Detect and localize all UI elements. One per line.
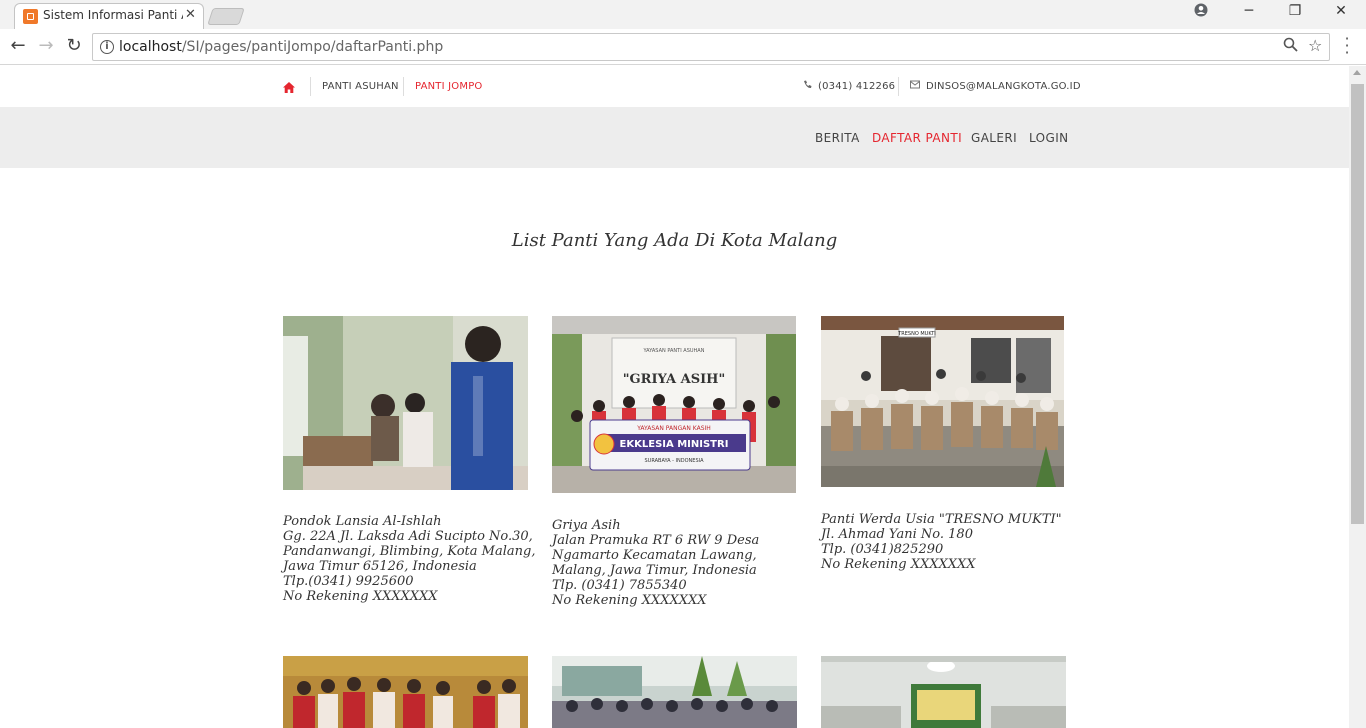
- address-bar[interactable]: i localhost/SI/pages/pantiJompo/daftarPa…: [92, 33, 1330, 61]
- email-address[interactable]: DINSOS@MALANGKOTA.GO.ID: [926, 81, 1081, 92]
- phone-icon: [803, 80, 812, 92]
- browser-toolbar: ← → ↻ i localhost/SI/pages/pantiJompo/da…: [0, 29, 1366, 65]
- panti-account: No Rekening XXXXXXX: [821, 557, 976, 572]
- browser-tab[interactable]: Sistem Informasi Panti As ✕: [14, 3, 204, 29]
- link-panti-asuhan[interactable]: PANTI ASUHAN: [322, 81, 399, 92]
- close-icon[interactable]: ✕: [1326, 3, 1356, 19]
- banner-subtitle: YAYASAN PANGAN KASIH: [636, 425, 711, 432]
- tab-close-icon[interactable]: ✕: [185, 7, 196, 22]
- panti-description: Griya Asih Jalan Pramuka RT 6 RW 9 Desa …: [552, 518, 802, 608]
- panti-phone: Tlp. (0341)825290: [821, 542, 944, 557]
- panti-photo[interactable]: [283, 656, 528, 728]
- panti-photo[interactable]: [552, 656, 797, 728]
- panti-description: Pondok Lansia Al-Ishlah Gg. 22A Jl. Laks…: [283, 514, 536, 604]
- panti-name: Panti Werda Usia "TRESNO MUKTI": [821, 512, 1062, 527]
- sign-title: "GRIYA ASIH": [623, 372, 725, 387]
- main-navbar: BERITA DAFTAR PANTI GALERI LOGIN: [0, 107, 1349, 168]
- home-icon[interactable]: [283, 82, 295, 93]
- panti-phone: Tlp. (0341) 7855340: [552, 578, 687, 593]
- divider: [898, 77, 899, 96]
- scroll-thumb[interactable]: [1351, 84, 1364, 524]
- scroll-up-arrow-icon[interactable]: [1353, 70, 1361, 75]
- panti-photo[interactable]: TRESNO MUKTI: [821, 316, 1064, 487]
- panti-name: Griya Asih: [552, 518, 621, 533]
- panti-photo[interactable]: [283, 316, 528, 490]
- new-tab-button[interactable]: [207, 8, 245, 25]
- menu-icon[interactable]: · · ·: [1342, 31, 1352, 61]
- tab-title: Sistem Informasi Panti As: [43, 8, 183, 22]
- banner-title: EKKLESIA MINISTRI: [620, 439, 729, 450]
- reload-icon[interactable]: ↻: [63, 36, 85, 56]
- bookmark-star-icon[interactable]: ☆: [1308, 36, 1322, 55]
- minimize-icon[interactable]: ─: [1234, 3, 1264, 19]
- panti-address: Jl. Ahmad Yani No. 180: [821, 527, 973, 542]
- link-panti-jompo[interactable]: PANTI JOMPO: [415, 81, 483, 92]
- url-text: localhost/SI/pages/pantiJompo/daftarPant…: [119, 39, 444, 55]
- divider: [403, 77, 404, 96]
- nav-daftar-panti[interactable]: DAFTAR PANTI: [872, 131, 962, 145]
- sign-text: TRESNO MUKTI: [897, 331, 936, 337]
- zoom-icon[interactable]: [1283, 37, 1298, 56]
- page-scrollbar[interactable]: [1349, 66, 1366, 728]
- top-bar: PANTI ASUHAN PANTI JOMPO (0341) 412266 D…: [0, 66, 1349, 107]
- sign-subtitle: YAYASAN PANTI ASUHAN: [643, 348, 705, 354]
- panti-address: Pandanwangi, Blimbing, Kota Malang,: [283, 544, 536, 559]
- panti-phone: Tlp.(0341) 9925600: [283, 574, 414, 589]
- panti-photo[interactable]: YAYASAN PANTI ASUHAN "GRIYA ASIH" YAYASA…: [552, 316, 796, 493]
- restore-icon[interactable]: ❐: [1280, 3, 1310, 19]
- panti-address: Ngamarto Kecamatan Lawang,: [552, 548, 757, 563]
- phone-number: (0341) 412266: [818, 81, 896, 92]
- panti-address: Gg. 22A Jl. Laksda Adi Sucipto No.30,: [283, 529, 533, 544]
- banner-city: SURABAYA - INDONESIA: [644, 458, 704, 464]
- account-icon[interactable]: [1186, 3, 1216, 21]
- panti-address: Malang, Jawa Timur, Indonesia: [552, 563, 757, 578]
- panti-address: Jalan Pramuka RT 6 RW 9 Desa: [552, 533, 760, 548]
- panti-address: Jawa Timur 65126, Indonesia: [283, 559, 477, 574]
- panti-name: Pondok Lansia Al-Ishlah: [283, 514, 442, 529]
- mail-icon: [910, 80, 920, 92]
- panti-photo[interactable]: [821, 656, 1066, 728]
- browser-tabstrip: Sistem Informasi Panti As ✕ ─ ❐ ✕: [0, 0, 1366, 29]
- back-icon[interactable]: ←: [7, 36, 29, 56]
- panti-account: No Rekening XXXXXXX: [552, 593, 707, 608]
- panti-account: No Rekening XXXXXXX: [283, 589, 438, 604]
- nav-galeri[interactable]: GALERI: [971, 131, 1017, 145]
- divider: [310, 77, 311, 96]
- panti-description: Panti Werda Usia "TRESNO MUKTI" Jl. Ahma…: [821, 512, 1071, 572]
- nav-berita[interactable]: BERITA: [815, 131, 860, 145]
- info-icon[interactable]: i: [100, 40, 114, 54]
- xampp-favicon-icon: [23, 9, 38, 24]
- forward-icon[interactable]: →: [35, 36, 57, 56]
- nav-login[interactable]: LOGIN: [1029, 131, 1069, 145]
- page-title: List Panti Yang Ada Di Kota Malang: [511, 230, 838, 251]
